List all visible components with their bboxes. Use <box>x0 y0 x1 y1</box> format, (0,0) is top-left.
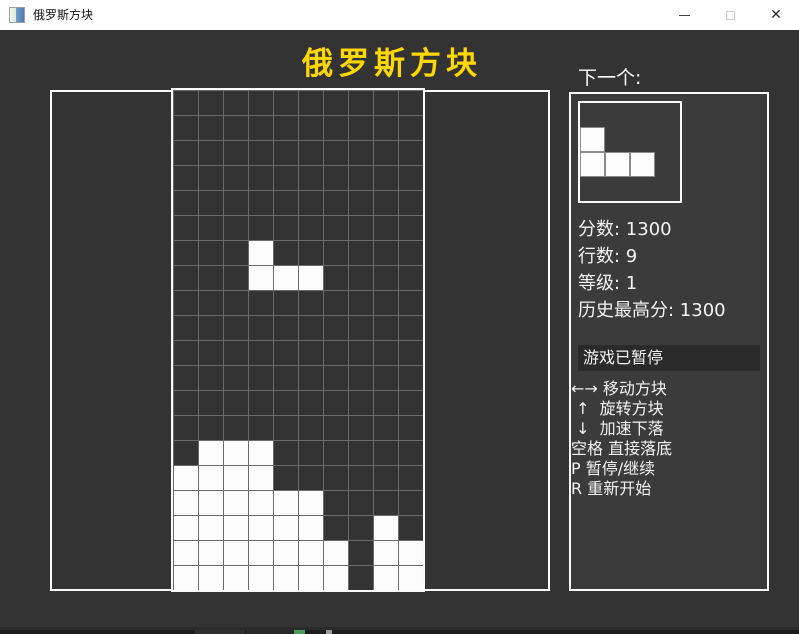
board-cell <box>373 540 398 565</box>
board-cell <box>273 265 298 290</box>
screen: 俄罗斯方块 ✕ 俄罗斯方块 下一个: 分数: 1300 行数: 9 等级: 1 历史最… <box>0 0 799 634</box>
next-piece-cell <box>580 127 605 152</box>
board-cell <box>273 540 298 565</box>
taskbar[interactable] <box>0 630 799 634</box>
board-cell <box>398 565 423 590</box>
board-cell <box>248 265 273 290</box>
board-cell <box>223 540 248 565</box>
board-cell <box>173 540 198 565</box>
taskbar-app-2[interactable] <box>246 630 295 634</box>
board-cell <box>323 540 348 565</box>
next-piece-preview <box>578 101 682 203</box>
board-cell <box>298 265 323 290</box>
board-cell <box>198 565 223 590</box>
control-hint-line: ↑ 旋转方块 <box>571 399 672 419</box>
close-button[interactable]: ✕ <box>753 0 799 30</box>
game-board <box>171 88 425 592</box>
stat-line: 分数: 1300 <box>578 221 726 239</box>
board-cell <box>298 565 323 590</box>
taskbar-app-1[interactable] <box>195 630 245 634</box>
board-cell <box>248 440 273 465</box>
control-hint-line: ←→ 移动方块 <box>571 379 672 399</box>
board-cell <box>173 490 198 515</box>
board-cell <box>298 540 323 565</box>
board-cell <box>248 565 273 590</box>
close-icon: ✕ <box>770 8 782 22</box>
board-cell <box>198 465 223 490</box>
maximize-icon <box>726 11 735 20</box>
status-text: 游戏已暂停 <box>583 348 663 367</box>
app-icon <box>9 7 25 23</box>
board-cell <box>198 515 223 540</box>
board-cell <box>173 465 198 490</box>
page-title: 俄罗斯方块 <box>0 38 784 83</box>
board-cell <box>223 515 248 540</box>
board-cell <box>398 540 423 565</box>
board-cell <box>248 465 273 490</box>
stat-line: 等级: 1 <box>578 275 726 293</box>
window-title: 俄罗斯方块 <box>33 0 93 30</box>
taskbar-icon-green[interactable] <box>294 630 305 634</box>
board-cell <box>248 240 273 265</box>
board-cells <box>173 90 423 590</box>
next-piece-cell <box>605 152 630 177</box>
status-box: 游戏已暂停 <box>578 345 760 371</box>
board-cell <box>223 565 248 590</box>
board-cell <box>298 515 323 540</box>
next-piece-cell <box>580 152 605 177</box>
stat-line: 历史最高分: 1300 <box>578 302 726 320</box>
board-cell <box>323 565 348 590</box>
board-cell <box>173 565 198 590</box>
board-cell <box>223 490 248 515</box>
board-cell <box>198 490 223 515</box>
board-cell <box>273 490 298 515</box>
board-cell <box>298 490 323 515</box>
minimize-icon <box>679 15 690 16</box>
control-hint-line: 空格 直接落底 <box>571 439 672 459</box>
board-cell <box>373 515 398 540</box>
board-cell <box>198 440 223 465</box>
board-cell <box>273 565 298 590</box>
next-piece-cell <box>630 152 655 177</box>
controls-help: ←→ 移动方块 ↑ 旋转方块 ↓ 加速下落空格 直接落底P 暂停/继续R 重新开… <box>571 379 672 499</box>
board-cell <box>248 515 273 540</box>
board-cell <box>223 465 248 490</box>
minimize-button[interactable] <box>661 0 707 30</box>
board-cell <box>248 540 273 565</box>
board-cell <box>173 515 198 540</box>
stat-line: 行数: 9 <box>578 248 726 266</box>
board-cell <box>373 565 398 590</box>
board-cell <box>198 540 223 565</box>
game-window-content: 俄罗斯方块 下一个: 分数: 1300 行数: 9 等级: 1 历史最高分: 1300… <box>0 30 799 627</box>
maximize-button[interactable] <box>707 0 753 30</box>
control-hint-line: P 暂停/继续 <box>571 459 672 479</box>
control-hint-line: ↓ 加速下落 <box>571 419 672 439</box>
board-cell <box>273 515 298 540</box>
board-cell <box>223 440 248 465</box>
taskbar-icon-gray[interactable] <box>326 630 332 634</box>
stats-list: 分数: 1300 行数: 9 等级: 1 历史最高分: 1300 <box>578 221 726 329</box>
control-hint-line: R 重新开始 <box>571 479 672 499</box>
next-piece-label: 下一个: <box>578 63 641 90</box>
board-cell <box>248 490 273 515</box>
titlebar: 俄罗斯方块 ✕ <box>0 0 799 30</box>
